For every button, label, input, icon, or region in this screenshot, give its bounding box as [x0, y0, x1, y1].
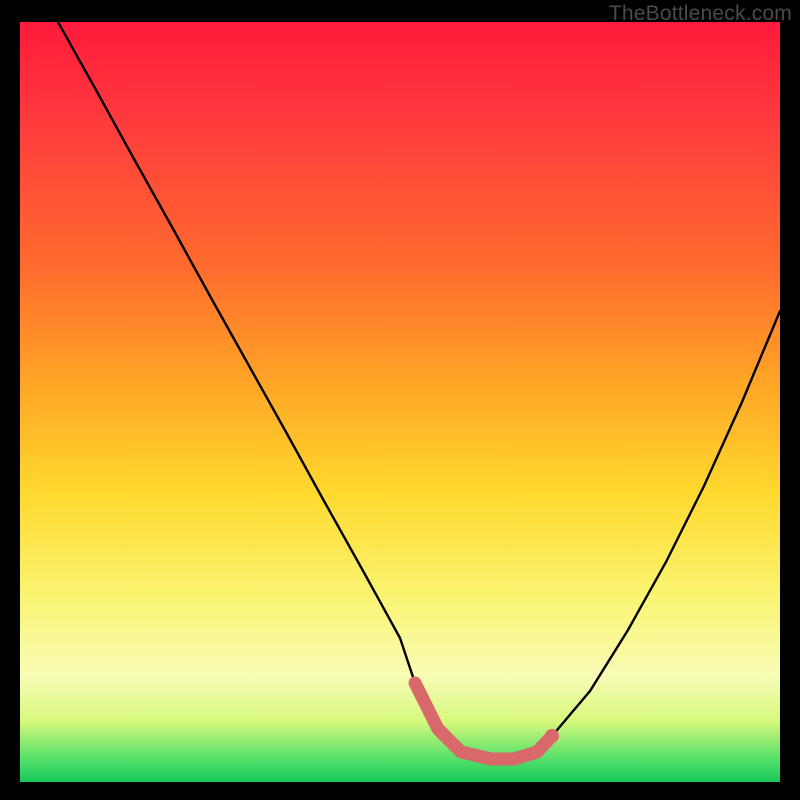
- bottleneck-curve: [58, 22, 780, 759]
- highlight-band: [415, 683, 552, 759]
- curve-layer: [20, 22, 780, 782]
- chart-frame: TheBottleneck.com: [0, 0, 800, 800]
- watermark-text: TheBottleneck.com: [609, 2, 792, 26]
- highlight-end-dot: [545, 729, 559, 743]
- plot-area: [20, 22, 780, 782]
